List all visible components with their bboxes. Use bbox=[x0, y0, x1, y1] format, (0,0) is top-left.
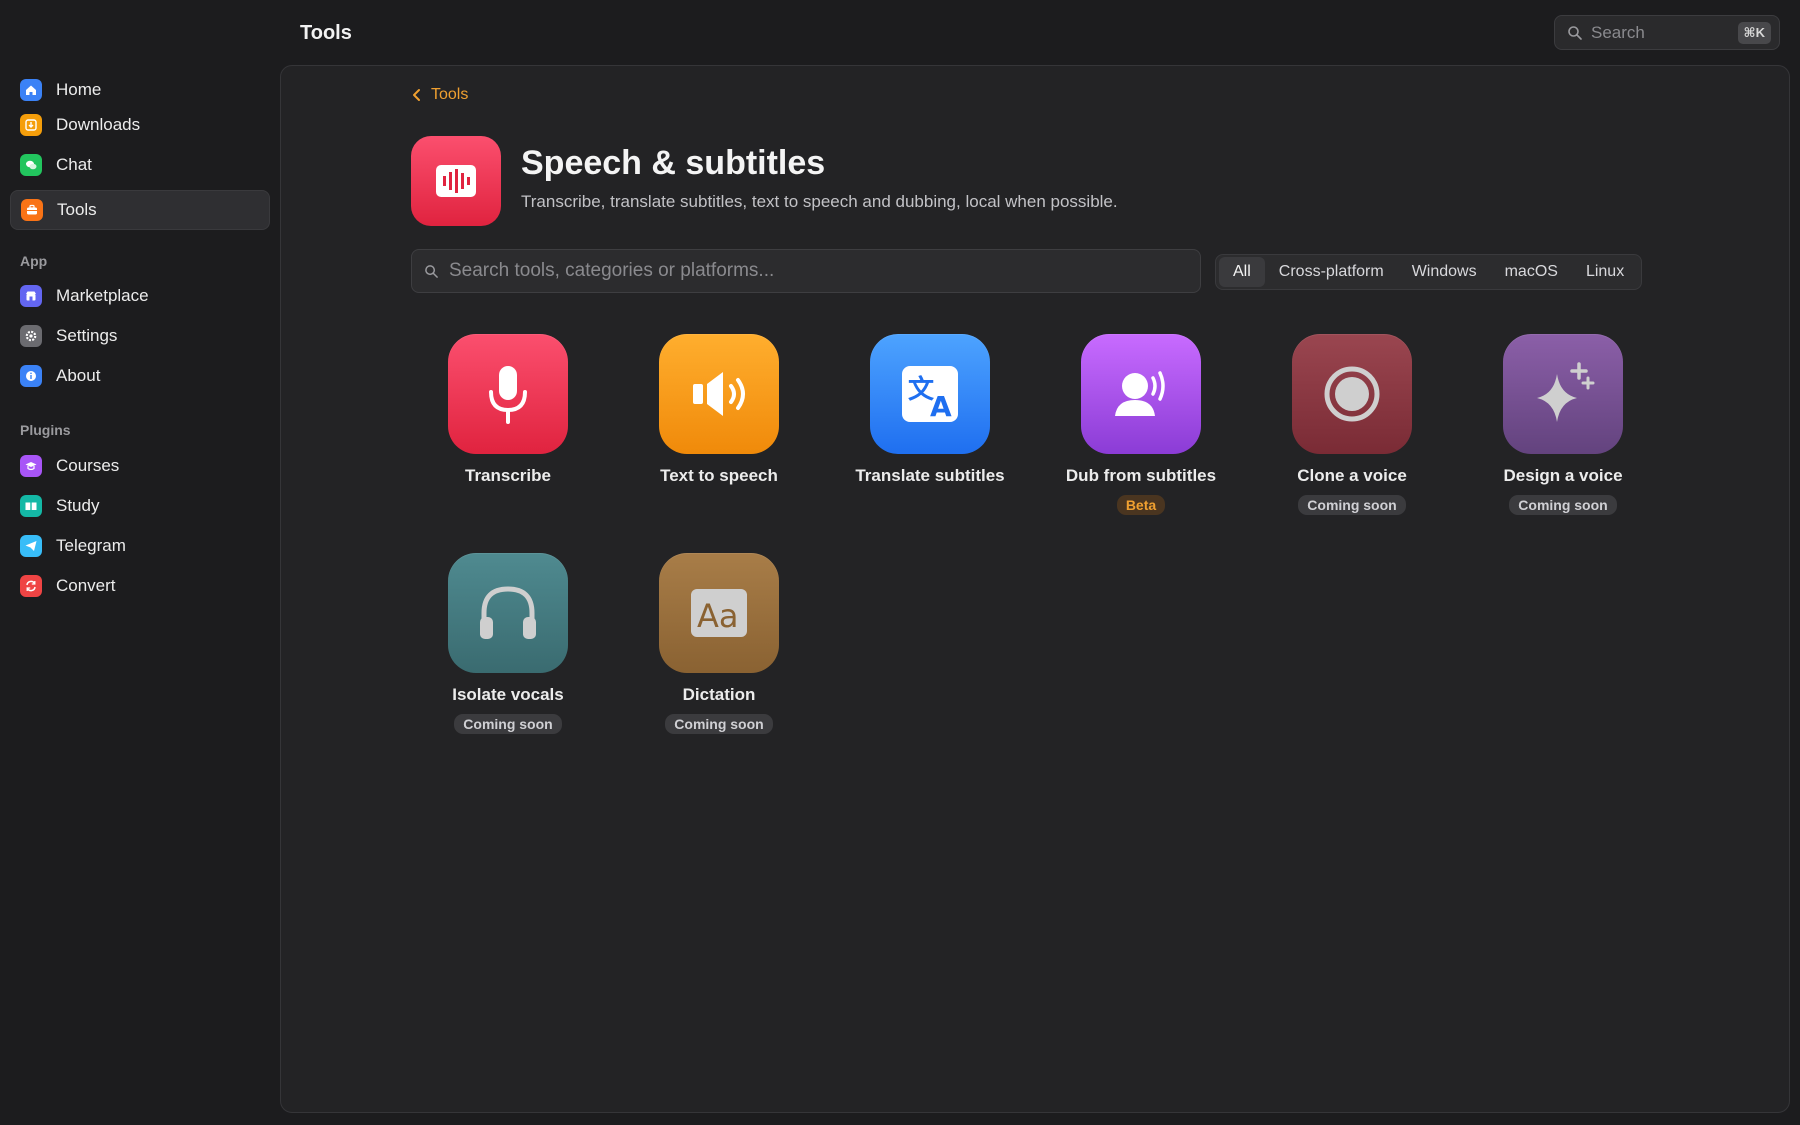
tool-card-isolate-vocals[interactable]: Isolate vocals Coming soon bbox=[408, 553, 608, 734]
filter-windows[interactable]: Windows bbox=[1398, 257, 1491, 287]
sidebar-item-label: About bbox=[56, 366, 101, 385]
filter-all[interactable]: All bbox=[1219, 257, 1265, 287]
platform-filter: All Cross-platform Windows macOS Linux bbox=[1215, 254, 1643, 290]
tool-name: Design a voice bbox=[1503, 466, 1623, 485]
section-subtitle: Transcribe, translate subtitles, text to… bbox=[521, 192, 1118, 211]
chevron-left-icon bbox=[413, 89, 420, 101]
download-icon bbox=[20, 114, 42, 136]
sidebar-item-label: Convert bbox=[56, 576, 116, 595]
info-icon bbox=[20, 365, 42, 387]
tool-name: Translate subtitles bbox=[855, 466, 1005, 485]
sidebar-item-label: Settings bbox=[56, 326, 118, 345]
microphone-icon bbox=[448, 334, 568, 454]
sidebar-item-telegram[interactable]: Telegram bbox=[10, 526, 270, 566]
tool-name: Text to speech bbox=[660, 466, 778, 485]
sidebar-item-tools[interactable]: Tools bbox=[10, 190, 270, 230]
svg-text:Aa: Aa bbox=[697, 597, 739, 635]
sidebar-item-chat[interactable]: Chat bbox=[10, 145, 270, 185]
tool-card-design-a-voice[interactable]: Design a voice Coming soon bbox=[1463, 334, 1663, 515]
section-label-app: App bbox=[20, 253, 48, 269]
status-badge: Beta bbox=[1116, 495, 1166, 515]
sidebar-item-settings[interactable]: Settings bbox=[10, 316, 270, 356]
book-icon bbox=[20, 495, 42, 517]
page-title: Tools bbox=[300, 22, 352, 44]
tool-card-dub-from-subtitles[interactable]: Dub from subtitles Beta bbox=[1041, 334, 1241, 515]
sidebar-item-label: Courses bbox=[56, 456, 120, 475]
tool-card-dictation[interactable]: Aa Dictation Coming soon bbox=[619, 553, 819, 734]
filter-linux[interactable]: Linux bbox=[1572, 257, 1638, 287]
chat-icon bbox=[20, 154, 42, 176]
speaker-icon bbox=[659, 334, 779, 454]
section-label-plugins: Plugins bbox=[20, 422, 71, 438]
sidebar-item-label: Downloads bbox=[56, 115, 141, 134]
sidebar-item-study[interactable]: Study bbox=[10, 486, 270, 526]
sidebar-item-convert[interactable]: Convert bbox=[10, 566, 270, 606]
svg-text:A: A bbox=[930, 390, 952, 423]
record-icon bbox=[1292, 334, 1412, 454]
waveform-icon bbox=[411, 136, 501, 226]
tool-name: Dictation bbox=[682, 685, 756, 704]
home-icon bbox=[20, 79, 42, 101]
tool-name: Isolate vocals bbox=[452, 685, 564, 704]
main-panel: Tools Speech & subtitles Transcribe, tra… bbox=[280, 65, 1790, 1113]
tool-name: Clone a voice bbox=[1297, 466, 1407, 485]
text-aa-icon: Aa bbox=[659, 553, 779, 673]
sidebar-item-label: Tools bbox=[57, 200, 97, 219]
sidebar-item-courses[interactable]: Courses bbox=[10, 446, 270, 486]
sidebar-item-label: Telegram bbox=[56, 536, 126, 555]
global-search[interactable]: Search ⌘K bbox=[1554, 15, 1780, 50]
translate-icon: 文A bbox=[870, 334, 990, 454]
tool-card-text-to-speech[interactable]: Text to speech bbox=[619, 334, 819, 486]
sparkle-icon bbox=[1503, 334, 1623, 454]
sidebar-item-about[interactable]: About bbox=[10, 356, 270, 396]
section-title: Speech & subtitles bbox=[521, 144, 826, 182]
tool-card-translate-subtitles[interactable]: 文A Translate subtitles bbox=[830, 334, 1030, 486]
sidebar-item-label: Study bbox=[56, 496, 100, 515]
filter-cross-platform[interactable]: Cross-platform bbox=[1265, 257, 1398, 287]
search-icon bbox=[425, 264, 438, 278]
tool-card-clone-a-voice[interactable]: Clone a voice Coming soon bbox=[1252, 334, 1452, 515]
sidebar-item-label: Chat bbox=[56, 155, 92, 174]
refresh-icon bbox=[20, 575, 42, 597]
headphones-icon bbox=[448, 553, 568, 673]
store-icon bbox=[20, 285, 42, 307]
search-icon bbox=[1567, 25, 1583, 41]
global-search-placeholder: Search bbox=[1591, 22, 1645, 42]
status-badge: Coming soon bbox=[1298, 495, 1406, 515]
shortcut-badge: ⌘K bbox=[1737, 21, 1771, 44]
paper-plane-icon bbox=[20, 535, 42, 557]
sidebar-item-label: Home bbox=[56, 80, 102, 99]
status-badge: Coming soon bbox=[665, 714, 773, 734]
breadcrumb-back-link[interactable]: Tools bbox=[411, 86, 468, 104]
status-badge: Coming soon bbox=[1509, 495, 1617, 515]
sidebar-item-marketplace[interactable]: Marketplace bbox=[10, 276, 270, 316]
breadcrumb-label: Tools bbox=[431, 86, 469, 103]
tool-search-field[interactable] bbox=[411, 249, 1201, 293]
graduation-cap-icon bbox=[20, 455, 42, 477]
tool-search-input[interactable] bbox=[449, 260, 1200, 282]
status-badge: Coming soon bbox=[454, 714, 562, 734]
sidebar-item-home[interactable]: Home bbox=[10, 70, 270, 110]
speaking-head-icon bbox=[1081, 334, 1201, 454]
toolbox-icon bbox=[21, 199, 43, 221]
gear-icon bbox=[20, 325, 42, 347]
filter-macos[interactable]: macOS bbox=[1491, 257, 1572, 287]
sidebar-item-downloads[interactable]: Downloads bbox=[10, 105, 270, 145]
tool-card-transcribe[interactable]: Transcribe bbox=[408, 334, 608, 486]
tool-name: Dub from subtitles bbox=[1065, 466, 1217, 485]
sidebar-item-label: Marketplace bbox=[56, 286, 149, 305]
tool-name: Transcribe bbox=[465, 466, 551, 485]
